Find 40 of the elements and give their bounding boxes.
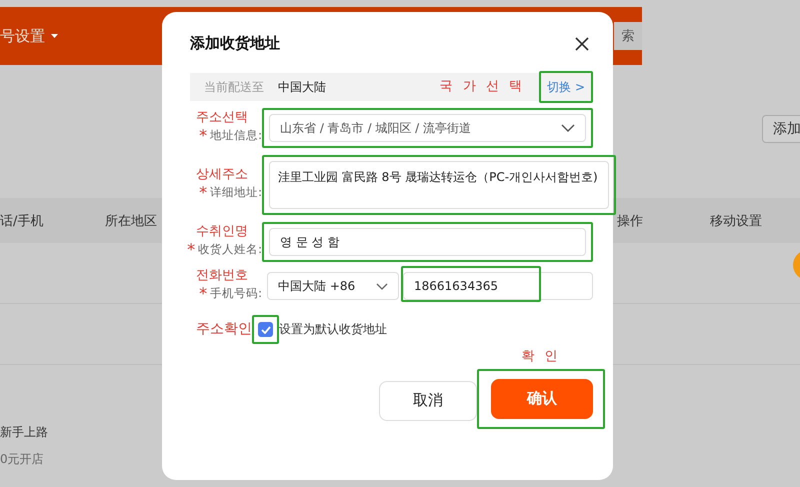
- phone-input[interactable]: 18661634365: [403, 272, 593, 300]
- field-label: 手机号码:: [210, 286, 262, 302]
- delivery-label: 当前配送至: [204, 78, 264, 96]
- sidebar-link[interactable]: 0元开店: [0, 451, 48, 468]
- add-button[interactable]: 添加: [762, 115, 800, 143]
- required-mark: *: [187, 240, 196, 260]
- annotation-text: 주소확인: [196, 322, 252, 338]
- annotation-text: 주소선택: [196, 110, 248, 126]
- address-textarea[interactable]: 洼里工业园 富民路 8号 晟瑞达转运仓（PC-개인사서함번호): [269, 161, 609, 209]
- field-label: 收货人姓名:: [198, 242, 262, 258]
- cancel-button[interactable]: 取消: [379, 380, 477, 421]
- account-settings-menu[interactable]: 号设置: [0, 26, 58, 46]
- name-input[interactable]: 영 문 성 함: [269, 228, 586, 256]
- annotation-text: 상세주소: [196, 168, 248, 182]
- region-select[interactable]: 中国大陆 +86: [267, 272, 399, 300]
- annotation-text: 수취인명: [196, 224, 248, 240]
- required-mark: *: [199, 183, 208, 202]
- column-header: 所在地区: [105, 213, 157, 230]
- checkbox-label: 设置为默认收货地址: [279, 321, 387, 338]
- field-label: 地址信息:: [210, 128, 262, 144]
- chevron-down-icon: [376, 282, 388, 290]
- chevron-down-icon: [561, 124, 575, 132]
- column-header: 操作: [617, 213, 643, 230]
- checkbox[interactable]: [258, 322, 273, 338]
- address-select[interactable]: 山东省 / 青岛市 / 城阳区 / 流亭街道: [269, 114, 586, 142]
- annotation-text: 국 가 선 택: [440, 80, 526, 94]
- field-label: 详细地址:: [210, 185, 262, 200]
- required-mark: *: [199, 284, 208, 304]
- column-header: 移动设置: [710, 213, 762, 230]
- dialog-title: 添加收货地址: [190, 34, 280, 53]
- switch-link[interactable]: 切换 >: [547, 78, 585, 96]
- annotation-text: 전화번호: [196, 269, 248, 284]
- caret-icon: [51, 34, 58, 38]
- sidebar-link[interactable]: 新手上路: [0, 424, 48, 441]
- search-button[interactable]: 索: [614, 22, 642, 50]
- required-mark: *: [199, 126, 208, 146]
- column-header: 话/手机: [0, 213, 44, 230]
- close-icon[interactable]: [575, 36, 589, 50]
- delivery-country: 中国大陆: [278, 78, 327, 96]
- annotation-text: 확 인: [521, 350, 561, 365]
